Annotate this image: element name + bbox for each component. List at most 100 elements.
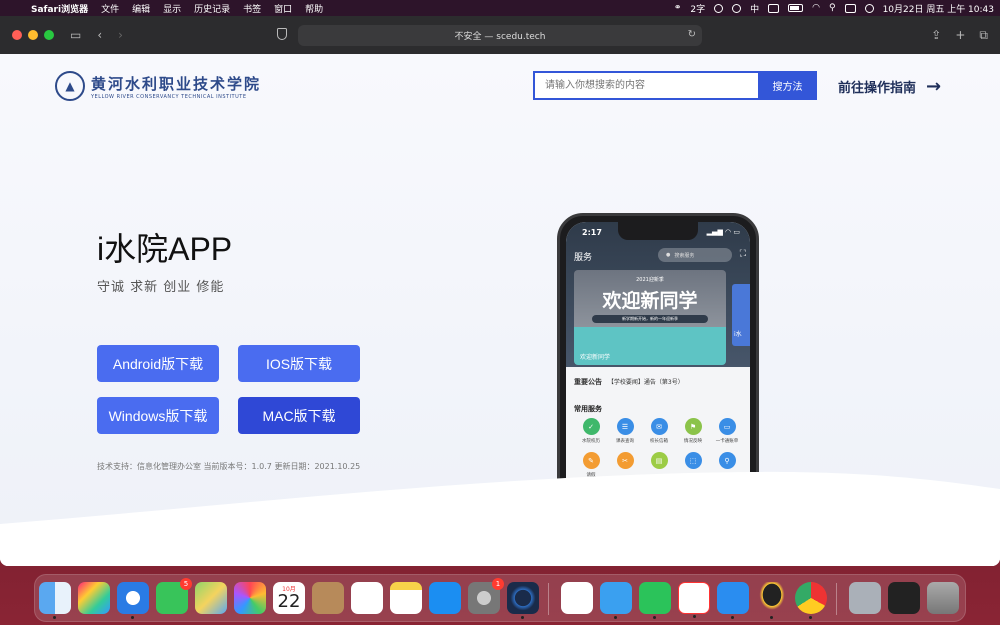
ios-download-button[interactable]: IOS版下载: [238, 345, 360, 382]
banner-label: 欢迎新同学: [580, 354, 611, 361]
service-item: ▭ 一卡通账单: [710, 418, 744, 452]
banner-tagline: 新学期新开始，新的一年迎新季: [592, 315, 708, 323]
maps-icon[interactable]: [195, 582, 227, 614]
baidu-netdisk-icon[interactable]: [561, 582, 593, 614]
reload-icon[interactable]: ↻: [688, 29, 696, 40]
phone-notch: [618, 222, 698, 240]
service-label: 一卡通账单: [715, 439, 739, 444]
window-controls: [12, 30, 54, 40]
service-label: 校长信箱: [650, 439, 668, 444]
launchpad-icon[interactable]: [78, 582, 110, 614]
welcome-banner: 2021迎新季 欢迎新同学 新学期新开始，新的一年迎新季 欢迎新同学: [574, 270, 726, 365]
app-icon[interactable]: [507, 582, 539, 619]
mac-download-button[interactable]: MAC版下载: [238, 397, 360, 434]
privacy-shield-icon[interactable]: [277, 28, 287, 40]
service-item: ⚑ 情况反映: [676, 418, 710, 452]
search-input[interactable]: [533, 71, 758, 100]
contacts-icon[interactable]: [312, 582, 344, 614]
address-text: 不安全 — scedu.tech: [454, 32, 546, 42]
blurred-window-icon[interactable]: [849, 582, 881, 614]
forward-icon[interactable]: ›: [118, 28, 123, 42]
service-label: 水院校历: [582, 439, 600, 444]
emoji-icon[interactable]: [714, 3, 724, 13]
link-icon[interactable]: ⚭: [674, 3, 682, 13]
back-icon[interactable]: ‹: [97, 28, 102, 42]
menu-clock[interactable]: 10月22日 周五 上午 10:43: [883, 2, 994, 15]
service-icon: ☰: [616, 418, 634, 435]
android-download-button[interactable]: Android版下载: [97, 345, 219, 382]
address-bar[interactable]: 不安全 — scedu.tech ↻: [298, 25, 702, 46]
notice-row: 重要公告 【学校要闻】通告（第3号）: [574, 377, 684, 387]
scan-icon: ⛶: [739, 249, 746, 259]
menu-view[interactable]: 显示: [163, 2, 181, 15]
school-emblem-icon: ▲: [55, 71, 85, 101]
reminders-icon[interactable]: [351, 582, 383, 614]
arrow-right-icon: →: [926, 75, 942, 97]
notice-text: 【学校要闻】通告（第3号）: [607, 379, 684, 386]
wps-icon[interactable]: [678, 582, 710, 618]
clipboard-icon[interactable]: [768, 3, 780, 13]
sync-icon[interactable]: [732, 3, 742, 13]
calendar-icon[interactable]: 10月 22: [273, 582, 305, 614]
new-tab-icon[interactable]: +: [955, 28, 965, 43]
wechat-icon[interactable]: [639, 582, 671, 619]
zoom-button[interactable]: [44, 30, 54, 40]
guide-link[interactable]: 前往操作指南 →: [838, 77, 941, 96]
qq-icon[interactable]: [756, 582, 788, 619]
sidebar-toggle-icon[interactable]: ▭: [70, 28, 81, 42]
menu-file[interactable]: 文件: [101, 2, 119, 15]
hero-title: i水院APP: [97, 231, 233, 267]
window-preview-icon[interactable]: [888, 582, 920, 614]
ime-language[interactable]: 中: [750, 2, 759, 15]
mic-icon: ●: [666, 252, 671, 258]
phone-search-placeholder: 搜索服务: [674, 252, 695, 259]
next-banner: i水: [732, 284, 750, 346]
dingtalk-icon[interactable]: [600, 582, 632, 619]
menu-help[interactable]: 帮助: [305, 2, 323, 15]
service-icon: ✉: [650, 418, 668, 435]
messages-badge: 5: [180, 578, 192, 590]
menu-history[interactable]: 历史记录: [194, 2, 230, 15]
service-item: ☰ 课表查询: [608, 418, 642, 452]
phone-time: 2:17: [582, 228, 602, 237]
logo-chinese: 黄河水利职业技术学院: [91, 74, 262, 93]
siri-icon[interactable]: [864, 3, 874, 13]
battery-icon[interactable]: [788, 4, 804, 12]
messages-icon[interactable]: 5: [156, 578, 192, 614]
service-icon: ✓: [582, 418, 600, 435]
close-button[interactable]: [12, 30, 22, 40]
system-preferences-icon[interactable]: 1: [468, 578, 504, 614]
service-label: 课表查询: [616, 439, 634, 444]
notes-icon[interactable]: [390, 582, 422, 614]
spotlight-icon[interactable]: ⚲: [829, 3, 836, 13]
web-page: ▲ 黄河水利职业技术学院 YELLOW RIVER CONSERVANCY TE…: [0, 54, 1000, 566]
service-icon: ⚑: [684, 418, 702, 435]
menu-edit[interactable]: 编辑: [132, 2, 150, 15]
trash-icon[interactable]: [927, 582, 959, 614]
services-title: 服务: [574, 253, 593, 263]
minimize-button[interactable]: [28, 30, 38, 40]
notice-title: 重要公告: [574, 378, 602, 386]
dock-separator: [836, 583, 837, 615]
app-store-icon[interactable]: [429, 582, 461, 614]
service-icon: ▭: [718, 418, 736, 435]
photos-icon[interactable]: [234, 582, 266, 614]
tab-overview-icon[interactable]: ⧉: [979, 28, 988, 43]
search-button[interactable]: 搜方法: [758, 71, 817, 100]
calendar-day: 22: [277, 591, 301, 612]
windows-download-button[interactable]: Windows版下载: [97, 397, 219, 434]
menu-app-name[interactable]: Safari浏览器: [31, 2, 88, 15]
site-logo[interactable]: ▲ 黄河水利职业技术学院 YELLOW RIVER CONSERVANCY TE…: [55, 71, 261, 101]
chrome-icon[interactable]: [795, 582, 827, 619]
finder-icon[interactable]: [39, 582, 71, 619]
logo-english: YELLOW RIVER CONSERVANCY TECHNICAL INSTI…: [91, 93, 247, 100]
menu-bookmarks[interactable]: 书签: [243, 2, 261, 15]
menu-window[interactable]: 窗口: [274, 2, 292, 15]
safari-icon[interactable]: [117, 582, 149, 619]
wifi-icon[interactable]: ◠: [812, 3, 820, 13]
control-center-icon[interactable]: [844, 3, 856, 13]
ime-indicator[interactable]: 2字: [690, 2, 705, 15]
feishu-icon[interactable]: [717, 582, 749, 619]
share-icon[interactable]: ⇪: [931, 28, 941, 43]
settings-badge: 1: [492, 578, 504, 590]
